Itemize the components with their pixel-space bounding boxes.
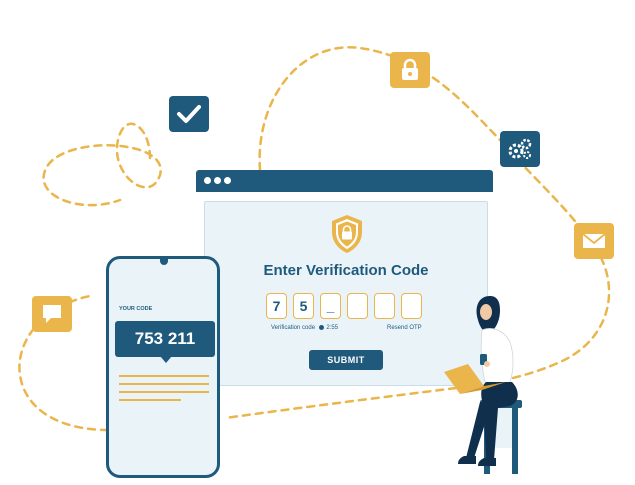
text-line [119,399,181,401]
resend-otp-link[interactable]: Resend OTP [387,325,422,331]
phone-device: YOUR CODE 753 211 [106,256,220,478]
code-bubble-tail [160,356,172,363]
envelope-icon [582,233,606,248]
otp-digit-2[interactable]: 5 [293,293,314,319]
submit-button[interactable]: SUBMIT [309,350,383,370]
text-line [119,383,209,385]
window-dot [214,177,221,184]
code-display: 753 211 [115,321,215,357]
your-code-label: YOUR CODE [119,306,153,312]
chat-badge [32,296,72,332]
checkmark-icon [177,105,201,123]
shield-lock-icon [332,215,362,253]
window-dot [204,177,211,184]
otp-digit-3[interactable]: _ [320,293,341,319]
chat-icon [43,305,61,323]
browser-title-bar [196,170,493,192]
text-line [119,391,209,393]
envelope-badge [574,223,614,259]
otp-digit-6[interactable] [401,293,422,319]
timer-hint: Verification code 2:55 [271,325,338,331]
otp-digit-5[interactable] [374,293,395,319]
gears-badge [500,131,540,167]
window-dot [224,177,231,184]
lock-icon [402,58,418,80]
otp-digit-4[interactable] [347,293,368,319]
timer-label: Verification code [271,325,316,332]
clock-icon [318,325,324,330]
woman-illustration [444,296,522,474]
lock-badge [390,52,430,88]
text-line [119,375,209,377]
checkmark-badge [169,96,209,132]
gears-icon [508,138,532,159]
phone-notch [160,258,168,265]
page-title: Enter Verification Code [263,262,429,279]
otp-digit-1[interactable]: 7 [266,293,287,319]
timer-value: 2:55 [326,325,339,332]
